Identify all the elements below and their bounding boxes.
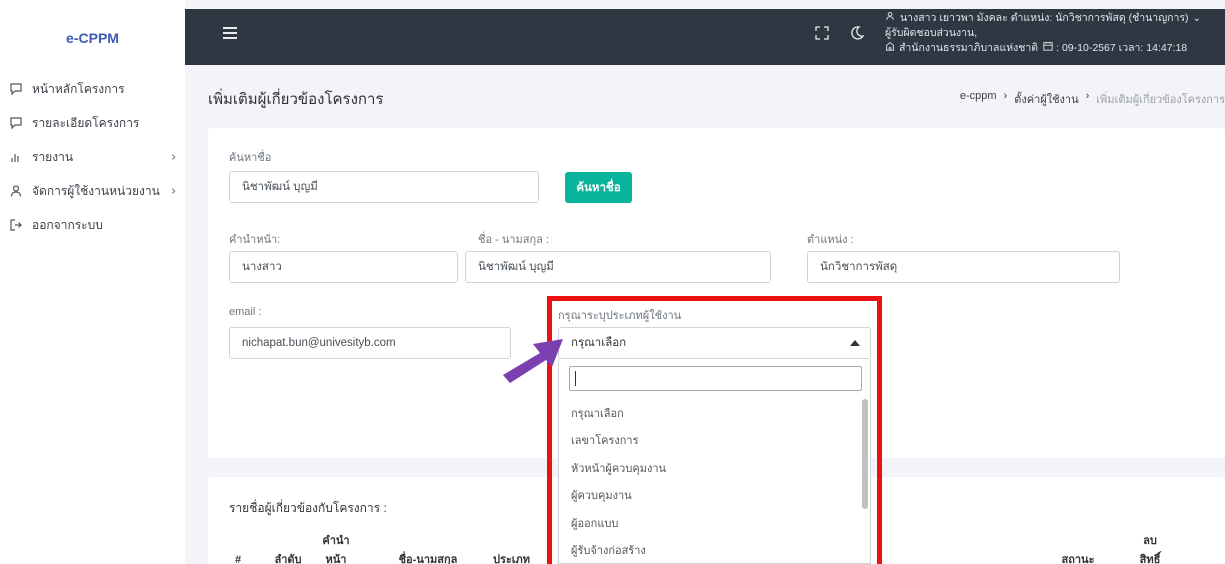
page-title: เพิ่มเติมผู้เกี่ยวข้องโครงการ	[208, 91, 384, 108]
search-name-button[interactable]: ค้นหาชื่อ	[565, 172, 632, 203]
user-role: ผู้รับผิดชอบส่วนงาน,	[885, 27, 978, 39]
fullname-label: ชื่อ - นามสกุล :	[478, 234, 550, 246]
user-info-menu[interactable]: นางสาว เยาวพา มังคละ ตำแหน่ง: นักวิชาการ…	[885, 11, 1221, 56]
breadcrumb: e-cppm › ตั้งค่าผู้ใช้งาน › เพิ่มเติมผู้…	[960, 90, 1225, 108]
chevron-right-icon: ›	[1085, 90, 1090, 102]
dropdown-option[interactable]: เลขาโครงการ	[559, 427, 862, 455]
brand-logo[interactable]: e-CPPM	[0, 30, 185, 46]
sidebar-item-label: รายงาน	[32, 149, 74, 164]
building-icon	[885, 41, 895, 56]
user-icon	[885, 11, 895, 26]
sidebar-menu: หน้าหลักโครงการ รายละเอียดโครงการ รายงาน…	[8, 72, 183, 242]
dark-mode-moon-icon[interactable]	[849, 25, 865, 41]
prefix-field[interactable]: นางสาว	[229, 251, 458, 283]
pointer-arrow-icon	[503, 339, 563, 383]
search-label: ค้นหาชื่อ	[229, 152, 272, 164]
position-field[interactable]: นักวิชาการพัสดุ	[807, 251, 1120, 283]
current-time: เวลา: 14:47:18	[1118, 42, 1188, 54]
hamburger-icon[interactable]	[223, 27, 237, 39]
user-organization: สำนักงานธรรมาภิบาลแห่งชาติ	[899, 42, 1039, 54]
usertype-selected-value: กรุณาเลือก	[571, 337, 627, 349]
usertype-dropdown: กรุณาเลือก เลขาโครงการ หัวหน้าผู้ควบคุมง…	[558, 359, 871, 564]
sidebar-item-label: รายละเอียดโครงการ	[32, 115, 140, 130]
sidebar-item-project-details[interactable]: รายละเอียดโครงการ	[8, 106, 183, 140]
dropdown-search-input[interactable]	[569, 366, 862, 391]
sidebar-item-label: จัดการผู้ใช้งานหน่วยงาน	[32, 183, 160, 198]
sidebar-item-logout[interactable]: ออกจากระบบ	[8, 208, 183, 242]
fullscreen-icon[interactable]	[815, 26, 829, 40]
current-date: 09-10-2567	[1061, 42, 1116, 54]
dropdown-option[interactable]: ผู้ออกแบบ	[559, 509, 862, 537]
sidebar-item-label: ออกจากระบบ	[32, 217, 103, 232]
breadcrumb-item[interactable]: e-cppm	[960, 90, 997, 108]
sidebar: e-CPPM หน้าหลักโครงการ รายละเอียดโครงการ…	[0, 0, 185, 564]
table-header-type: ประเภท	[493, 554, 531, 564]
user-icon	[8, 183, 24, 199]
bar-chart-icon	[8, 149, 24, 165]
table-header-hash: #	[234, 554, 242, 564]
dropdown-option[interactable]: ผู้ควบคุมงาน	[559, 482, 862, 510]
user-name-position: นางสาว เยาวพา มังคละ ตำแหน่ง: นักวิชาการ…	[900, 12, 1189, 24]
table-title: รายชื่อผู้เกี่ยวข้องกับโครงการ :	[229, 501, 387, 515]
dropdown-options: กรุณาเลือก เลขาโครงการ หัวหน้าผู้ควบคุมง…	[559, 399, 862, 564]
caret-up-icon	[850, 340, 860, 346]
dropdown-option[interactable]: หัวหน้าผู้ควบคุมงาน	[559, 454, 862, 482]
position-label: ตำแหน่ง :	[807, 234, 854, 246]
dropdown-scrollbar[interactable]	[862, 399, 868, 509]
chevron-right-icon: ›	[171, 149, 177, 165]
prefix-label: คำนำหน้า:	[229, 234, 281, 246]
sidebar-item-reports[interactable]: รายงาน ›	[8, 140, 183, 174]
calendar-icon	[1043, 41, 1053, 56]
email-label: email :	[229, 306, 262, 318]
dropdown-option[interactable]: ผู้รับจ้างก่อสร้าง	[559, 537, 862, 564]
chevron-right-icon: ›	[171, 183, 177, 199]
sidebar-item-label: หน้าหลักโครงการ	[32, 81, 125, 96]
topbar: นางสาว เยาวพา มังคละ ตำแหน่ง: นักวิชาการ…	[185, 9, 1225, 65]
table-header-prefix: คำนำ หน้า	[322, 535, 350, 564]
search-input[interactable]: นิชาพัฒน์ บุญมี	[229, 171, 539, 203]
usertype-select[interactable]: กรุณาเลือก	[558, 327, 871, 359]
table-header-name: ชื่อ-นามสกุล	[398, 554, 458, 564]
breadcrumb-item[interactable]: ตั้งค่าผู้ใช้งาน	[1014, 90, 1078, 108]
sidebar-item-manage-users[interactable]: จัดการผู้ใช้งานหน่วยงาน ›	[8, 174, 183, 208]
breadcrumb-current: เพิ่มเติมผู้เกี่ยวข้องโครงการ	[1096, 94, 1225, 106]
chevron-right-icon: ›	[1003, 90, 1008, 102]
chat-icon	[8, 115, 24, 131]
sidebar-item-project-home[interactable]: หน้าหลักโครงการ	[8, 72, 183, 106]
chevron-down-icon: ⌄	[1192, 13, 1201, 24]
chat-icon	[8, 81, 24, 97]
email-field[interactable]: nichapat.bun@univesityb.com	[229, 327, 511, 359]
table-header-status: สถานะ	[1061, 554, 1095, 564]
dropdown-option[interactable]: กรุณาเลือก	[559, 399, 862, 427]
logout-icon	[8, 217, 24, 233]
table-header-delete-rights: ลบ สิทธิ์	[1139, 535, 1161, 564]
fullname-field[interactable]: นิชาพัฒน์ บุญมี	[465, 251, 771, 283]
usertype-label: กรุณาระบุประเภทผู้ใช้งาน	[558, 310, 682, 322]
table-header-order: ลำดับ	[274, 554, 302, 564]
